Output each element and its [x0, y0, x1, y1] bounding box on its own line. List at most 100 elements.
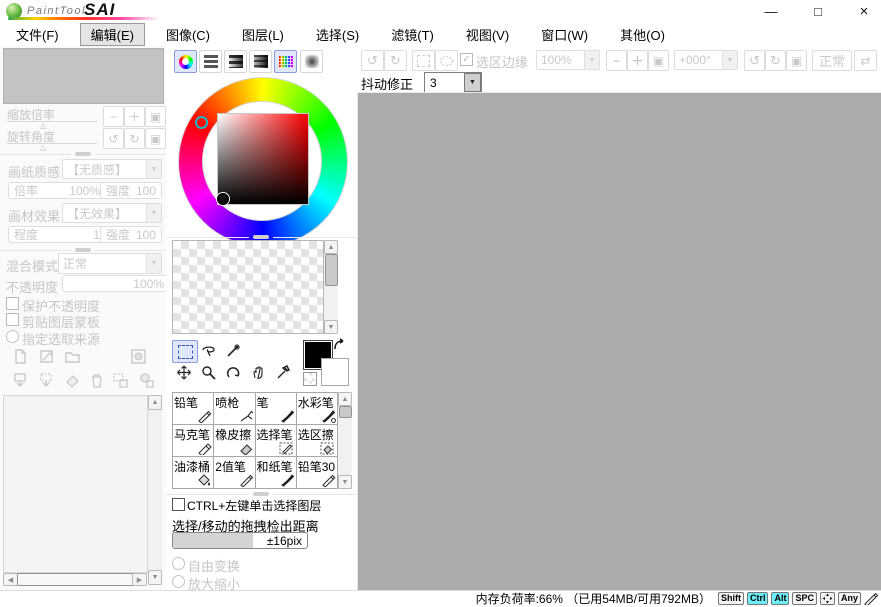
shift-key-indicator[interactable]: Shift	[718, 592, 744, 605]
alt-key-indicator[interactable]: Alt	[771, 592, 789, 605]
brush-paper-pen[interactable]: 和纸笔	[256, 457, 296, 488]
brush-pencil[interactable]: 铅笔	[173, 393, 213, 424]
navigator-zoom-slider[interactable]	[7, 121, 97, 122]
chevron-down-icon[interactable]: ▼	[146, 160, 161, 178]
opacity-slider[interactable]: 100%	[62, 275, 170, 292]
menu-edit[interactable]: 编辑(E)	[80, 23, 145, 46]
menu-layer[interactable]: 图层(L)	[231, 23, 295, 46]
scroll-up-icon[interactable]: ▲	[148, 395, 162, 410]
texture-strength-slider[interactable]: 强度100	[100, 182, 162, 199]
flip-view-button[interactable]: ⇄	[854, 50, 877, 71]
navigator-rotation-slider[interactable]	[7, 143, 97, 144]
clear-layer-icon[interactable]	[64, 372, 81, 389]
color-mixer-panel-icon[interactable]	[249, 50, 272, 73]
brush-pen[interactable]: 笔	[256, 393, 296, 424]
merge-down-icon[interactable]	[38, 372, 55, 389]
brush-binary-pen[interactable]: 2值笔	[214, 457, 254, 488]
scroll-right-icon[interactable]: ▶	[132, 573, 147, 586]
redo-button[interactable]: ↻	[384, 50, 407, 71]
brush-bucket[interactable]: 油漆桶	[173, 457, 213, 488]
brush-airbrush[interactable]: 喷枪	[214, 393, 254, 424]
mask-add-icon[interactable]	[138, 372, 155, 389]
new-lineart-layer-icon[interactable]	[38, 348, 55, 365]
scroll-down-icon[interactable]: ▼	[148, 570, 162, 585]
scroll-left-icon[interactable]: ◀	[3, 573, 18, 586]
rotate-ccw-button[interactable]: ↺	[744, 50, 765, 71]
menu-others[interactable]: 其他(O)	[609, 23, 676, 46]
menu-select[interactable]: 选择(S)	[305, 23, 370, 46]
background-color-swatch[interactable]	[321, 358, 349, 386]
swatches-panel-icon[interactable]	[274, 50, 297, 73]
menu-view[interactable]: 视图(V)	[455, 23, 520, 46]
maximize-button[interactable]: □	[804, 2, 832, 20]
free-transform-radio[interactable]	[172, 557, 185, 570]
brush-select-eraser[interactable]: 选区擦	[297, 425, 337, 456]
layers-horizontal-scrollbar[interactable]: ◀ ▶	[3, 573, 147, 586]
zoom-out-button[interactable]: −	[606, 50, 627, 71]
any-key-indicator[interactable]: Any	[838, 592, 861, 605]
brush-select-pen[interactable]: 选择笔	[256, 425, 296, 456]
scale-transform-radio[interactable]	[172, 575, 185, 588]
divider-handle[interactable]	[253, 492, 269, 496]
menu-window[interactable]: 窗口(W)	[530, 23, 599, 46]
chevron-down-icon[interactable]: ▼	[722, 51, 737, 69]
scratchpad-panel-icon[interactable]	[300, 50, 323, 73]
chevron-down-icon[interactable]: ▼	[584, 51, 599, 69]
brush-pencil30[interactable]: 铅笔30	[297, 457, 337, 488]
menu-file[interactable]: 文件(F)	[5, 23, 70, 46]
rotate-reset-button[interactable]: ▣	[786, 50, 807, 71]
zoom-in-button[interactable]: ＋	[124, 106, 145, 127]
delete-layer-icon[interactable]	[88, 372, 105, 389]
lasso-tool[interactable]	[197, 340, 221, 361]
navigator-preview[interactable]	[3, 48, 164, 104]
color-wheel-panel-icon[interactable]	[174, 50, 197, 73]
scroll-down-icon[interactable]: ▼	[338, 475, 352, 489]
menu-filter[interactable]: 滤镜(T)	[380, 23, 445, 46]
scratchpad-scrollbar[interactable]: ▲ ▼	[324, 240, 338, 334]
chevron-down-icon[interactable]: ▼	[146, 204, 161, 222]
magic-wand-tool[interactable]	[222, 340, 246, 361]
divider-handle[interactable]	[75, 248, 91, 252]
empty-tool-slot[interactable]	[247, 340, 271, 361]
layers-list[interactable]	[3, 395, 148, 573]
transfer-down-icon[interactable]	[12, 372, 29, 389]
close-button[interactable]: ×	[850, 2, 878, 20]
menu-image[interactable]: 图像(C)	[155, 23, 221, 46]
hsv-slider-panel-icon[interactable]	[224, 50, 247, 73]
chevron-down-icon[interactable]: ▼	[146, 254, 161, 273]
hand-tool[interactable]	[247, 362, 271, 383]
effect-degree-slider[interactable]: 程度1	[8, 226, 106, 243]
rotate-reset-button[interactable]: ▣	[145, 128, 166, 149]
ctrl-pick-layer-checkbox[interactable]	[172, 498, 185, 511]
eyedropper-tool[interactable]	[272, 362, 296, 383]
new-layer-icon[interactable]	[12, 348, 29, 365]
invert-selection-button[interactable]	[435, 50, 458, 71]
layers-vertical-scrollbar[interactable]: ▲ ▼	[148, 395, 162, 585]
brush-grid-scrollbar[interactable]: ▲ ▼	[338, 392, 352, 489]
zoom-reset-button[interactable]: ▣	[145, 106, 166, 127]
sv-marker[interactable]	[217, 193, 229, 205]
move-tool[interactable]	[172, 362, 196, 383]
rotate-cw-button[interactable]: ↻	[124, 128, 145, 149]
pan-mode-indicator[interactable]	[820, 592, 835, 605]
zoom-tool[interactable]	[197, 362, 221, 383]
hue-marker[interactable]	[195, 116, 208, 129]
saturation-value-square[interactable]	[217, 113, 309, 205]
stabilizer-dropdown[interactable]: 3 ▼	[424, 72, 482, 93]
divider-handle[interactable]	[75, 152, 91, 156]
zoom-reset-button[interactable]: ▣	[648, 50, 669, 71]
paper-effect-dropdown[interactable]: 【无效果】 ▼	[62, 203, 162, 223]
scroll-up-icon[interactable]: ▲	[324, 240, 338, 254]
rotate-view-tool[interactable]	[222, 362, 246, 383]
selection-edge-checkbox[interactable]: ✓	[460, 53, 473, 66]
texture-scale-slider[interactable]: 倍率100%	[8, 182, 106, 199]
layer-mask-icon[interactable]	[130, 348, 147, 365]
view-blend-mode-button[interactable]: 正常	[812, 50, 852, 71]
selection-source-radio[interactable]	[6, 330, 19, 343]
scrollbar-thumb[interactable]	[17, 573, 134, 586]
rotation-slider-handle[interactable]: △	[40, 144, 46, 152]
blend-mode-dropdown[interactable]: 正常 ▼	[58, 253, 162, 274]
effect-strength-slider[interactable]: 强度100	[100, 226, 162, 243]
scrollbar-thumb[interactable]	[339, 406, 352, 418]
new-folder-icon[interactable]	[64, 348, 81, 365]
